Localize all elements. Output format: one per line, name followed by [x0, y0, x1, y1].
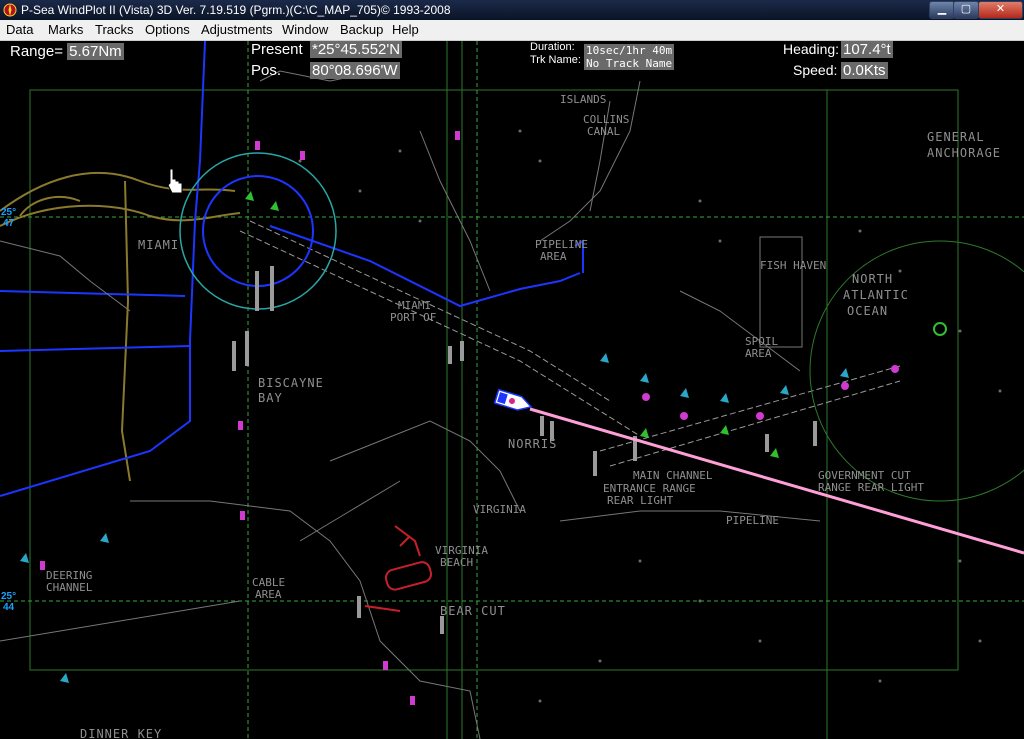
chart-frame — [29, 41, 959, 739]
label-beach: BEACH — [440, 556, 474, 569]
label-anchorage: ANCHORAGE — [927, 146, 1002, 160]
speed-value: 0.0Kts — [841, 62, 888, 79]
minimize-button[interactable]: ▁ — [929, 1, 955, 19]
label-rear-light: REAR LIGHT — [607, 494, 674, 507]
menu-adjustments[interactable]: Adjustments — [201, 22, 273, 37]
range-label: Range= — [10, 43, 63, 60]
lat-label-47-deg: 25° — [1, 207, 17, 218]
speed-label: Speed: — [793, 62, 838, 78]
blue-routes — [0, 41, 584, 497]
range-value: 5.67Nm — [67, 43, 124, 60]
ship-channel — [239, 220, 901, 467]
miami-circle — [202, 175, 314, 287]
title-bar: P-Sea WindPlot II (Vista) 3D Ver. 7.19.5… — [0, 0, 1024, 20]
label-spoil-area: AREA — [745, 347, 772, 360]
lat-label-44-min: 44 — [3, 602, 15, 613]
label-bay: BAY — [258, 391, 283, 405]
label-norris: NORRIS — [508, 437, 558, 451]
heading-value: 107.4°t — [841, 41, 893, 58]
track-name-value: No Track Name — [584, 57, 675, 70]
maximize-icon: ▢ — [960, 3, 972, 15]
speed-box: 0.0Kts — [841, 62, 888, 79]
menu-backup[interactable]: Backup — [340, 22, 383, 37]
label-port-of: PORT OF — [390, 311, 437, 324]
close-button[interactable]: ✕ — [978, 1, 1023, 19]
menu-tracks[interactable]: Tracks — [95, 22, 134, 37]
latitude-value: *25°45.552'N — [310, 41, 403, 58]
chart-graphics — [0, 41, 1024, 739]
menu-marks[interactable]: Marks — [48, 22, 83, 37]
label-north: NORTH — [852, 272, 894, 286]
hazards — [364, 525, 433, 612]
label-fish-haven: FISH HAVEN — [760, 259, 827, 272]
label-virginia: VIRGINIA — [473, 503, 526, 516]
label-general: GENERAL — [927, 130, 985, 144]
minimize-icon: ▁ — [937, 3, 947, 15]
label-range-rear-light: RANGE REAR LIGHT — [818, 481, 924, 494]
heading-box: 107.4°t — [841, 41, 893, 58]
label-cable-area: AREA — [255, 588, 282, 601]
label-canal: CANAL — [587, 125, 621, 138]
menu-options[interactable]: Options — [145, 22, 190, 37]
nautical-chart[interactable]: Range= 5.67Nm Present *25°45.552'N Pos. … — [0, 41, 1024, 739]
label-bear-cut: BEAR CUT — [440, 604, 506, 618]
menu-help[interactable]: Help — [392, 22, 419, 37]
compass-rose-icon[interactable] — [3, 3, 17, 17]
window-title: P-Sea WindPlot II (Vista) 3D Ver. 7.19.5… — [21, 3, 451, 17]
duration-label: Duration: — [530, 41, 575, 53]
label-miami: MIAMI — [138, 238, 180, 252]
menu-window[interactable]: Window — [282, 22, 328, 37]
maximize-button[interactable]: ▢ — [953, 1, 979, 19]
pos-label: Pos. — [251, 62, 282, 79]
menu-bar: Data Marks Tracks Options Adjustments Wi… — [0, 20, 1024, 41]
lat-label-47-min: 47 — [3, 218, 15, 229]
label-islands: ISLANDS — [560, 93, 607, 106]
label-main-channel: MAIN CHANNEL — [633, 469, 713, 482]
vessel-icon — [493, 388, 533, 411]
longitude-text: 80°08.696'W — [310, 62, 400, 79]
label-channel: CHANNEL — [46, 581, 93, 594]
menu-data[interactable]: Data — [6, 22, 33, 37]
label-dinner-key: DINNER KEY — [80, 727, 163, 739]
heading-label: Heading: — [783, 41, 840, 57]
soundings — [298, 129, 1002, 703]
track-name-box: No Track Name — [584, 54, 675, 72]
anchorage-circle — [809, 240, 1024, 502]
label-ocean: OCEAN — [847, 304, 889, 318]
track-line — [529, 407, 1024, 555]
close-icon: ✕ — [995, 3, 1006, 15]
label-biscayne: BISCAYNE — [258, 376, 324, 390]
latitude-text: *25°45.552'N — [310, 41, 403, 58]
label-atlantic: ATLANTIC — [843, 288, 909, 302]
track-name-label: Trk Name: — [530, 54, 581, 66]
lat-label-44-deg: 25° — [1, 591, 17, 602]
label-pipeline: PIPELINE — [726, 514, 779, 527]
label-pipeline-area-2: AREA — [540, 250, 567, 263]
hand-cursor-icon — [167, 168, 183, 194]
longitude-value: 80°08.696'W — [310, 62, 400, 79]
range-readout: Range= 5.67Nm — [10, 43, 124, 60]
present-label: Present — [251, 41, 303, 58]
